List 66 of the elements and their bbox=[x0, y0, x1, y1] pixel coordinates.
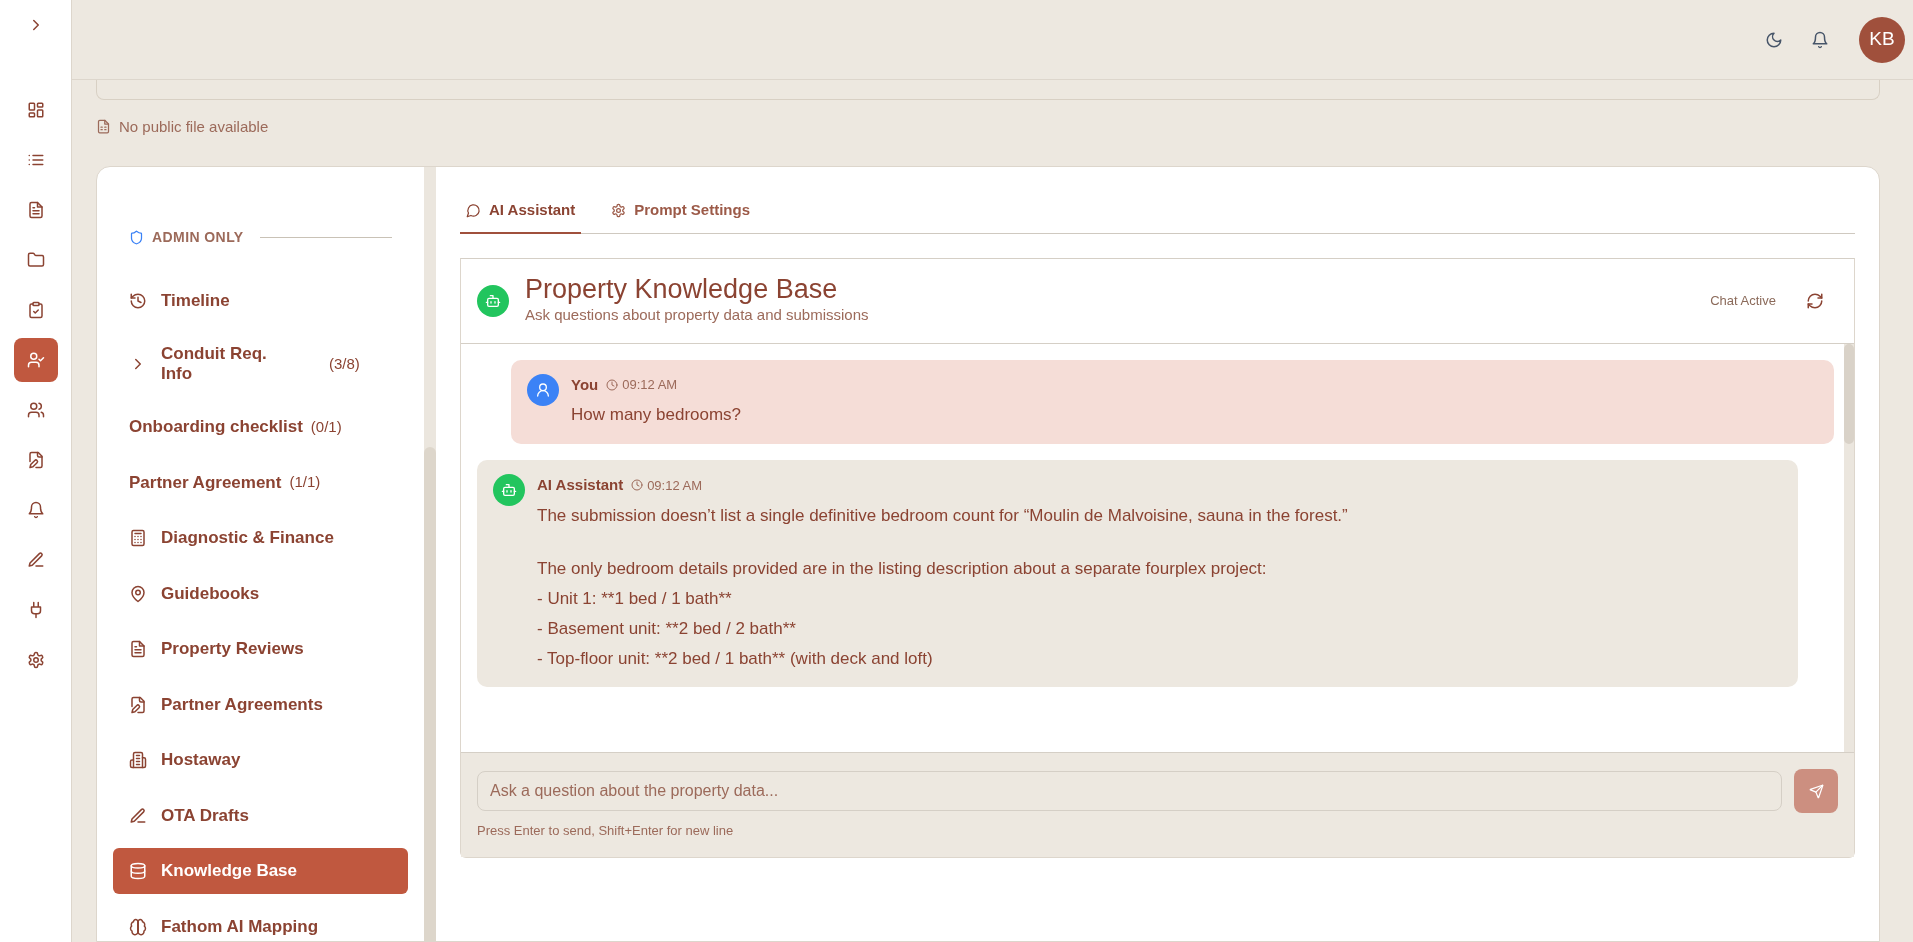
hint-text: Press Enter to send, Shift+Enter for new line bbox=[477, 822, 735, 841]
notification-icon bbox=[26, 501, 45, 519]
settings-icon bbox=[611, 202, 627, 218]
nav-item[interactable]: Knowledge Base bbox=[113, 848, 408, 894]
file-edit-icon bbox=[26, 451, 45, 469]
user-check-icon bbox=[26, 351, 45, 369]
robot-icon bbox=[501, 482, 517, 498]
user-avatar[interactable]: KB bbox=[1859, 16, 1905, 63]
nav-item[interactable]: Partner Agreements bbox=[113, 681, 408, 728]
pen-icon bbox=[129, 806, 147, 825]
author-name: You bbox=[571, 374, 599, 395]
message-text: The only bedroom details provided are in the listing description about a separate fourplex project: bbox=[537, 558, 1268, 581]
folder-icon bbox=[26, 251, 45, 269]
status-text: Chat Active bbox=[1710, 291, 1776, 310]
document-icon bbox=[26, 201, 45, 219]
file-edit-icon bbox=[129, 695, 147, 714]
brain-icon bbox=[129, 917, 147, 936]
nav-item[interactable]: Conduit Req. Info (3/8) bbox=[113, 333, 408, 395]
notification-icon bbox=[1811, 31, 1829, 50]
chat-title: Property Knowledge Base bbox=[525, 274, 839, 305]
pen-icon bbox=[26, 551, 45, 569]
clipboard-check-icon bbox=[26, 301, 45, 319]
refresh-icon bbox=[1806, 292, 1824, 311]
scrollbar[interactable] bbox=[1844, 343, 1854, 444]
dark-mode-icon bbox=[1765, 31, 1783, 50]
user-icon bbox=[535, 381, 551, 398]
send-icon bbox=[1808, 783, 1824, 799]
settings-icon bbox=[26, 651, 45, 669]
timestamp: 09:12 AM bbox=[647, 476, 703, 495]
timestamp: 09:12 AM bbox=[622, 376, 678, 395]
message-input[interactable]: Ask a question about the property data... bbox=[477, 771, 1782, 812]
nav-item[interactable]: Partner Agreement (1/1) bbox=[113, 459, 408, 506]
chat-bubble-icon bbox=[466, 202, 481, 218]
nav-item[interactable]: Diagnostic & Finance bbox=[113, 515, 408, 561]
history-icon bbox=[129, 291, 147, 310]
message-text: - Top-floor unit: **2 bed / 1 bath** (with deck and loft) bbox=[537, 647, 934, 670]
tab[interactable]: Prompt Settings bbox=[605, 191, 756, 234]
clock-icon bbox=[631, 479, 644, 492]
database-icon bbox=[129, 862, 147, 881]
building-icon bbox=[129, 751, 147, 770]
users-icon bbox=[26, 401, 45, 419]
dashboard-icon bbox=[26, 101, 45, 119]
nav-item[interactable]: OTA Drafts bbox=[113, 792, 408, 839]
notice-text: No public file available bbox=[119, 116, 269, 137]
nav-item[interactable]: Guidebooks bbox=[113, 570, 408, 617]
clock-icon bbox=[606, 379, 619, 391]
calculator-icon bbox=[129, 529, 147, 548]
document-icon bbox=[129, 640, 147, 659]
file-icon bbox=[96, 119, 111, 135]
nav-item[interactable]: Timeline bbox=[113, 278, 408, 324]
message-text: The submission doesn’t list a single definitive bedroom count for “Moulin de Malvoisine, sauna in the forest.” bbox=[537, 504, 1348, 527]
nav-item[interactable]: Onboarding checklist (0/1) bbox=[113, 404, 408, 450]
nav-button[interactable] bbox=[13, 338, 58, 382]
chat-subtitle: Ask questions about property data and submissions bbox=[525, 305, 870, 326]
shield-icon bbox=[129, 230, 144, 246]
tab[interactable]: AI Assistant bbox=[460, 191, 582, 234]
nav-item[interactable]: Hostaway bbox=[113, 737, 408, 783]
location-pin-icon bbox=[129, 584, 147, 603]
nav-item[interactable]: Property Reviews bbox=[113, 626, 408, 672]
message-text: - Basement unit: **2 bed / 2 bath** bbox=[537, 617, 797, 640]
message-text: How many bedrooms? bbox=[571, 404, 742, 427]
nav-item[interactable]: Fathom AI Mapping bbox=[113, 903, 408, 941]
robot-icon bbox=[485, 292, 501, 309]
section-label: ADMIN ONLY bbox=[152, 228, 244, 248]
author-name: AI Assistant bbox=[537, 475, 624, 495]
message-text: - Unit 1: **1 bed / 1 bath** bbox=[537, 588, 733, 610]
